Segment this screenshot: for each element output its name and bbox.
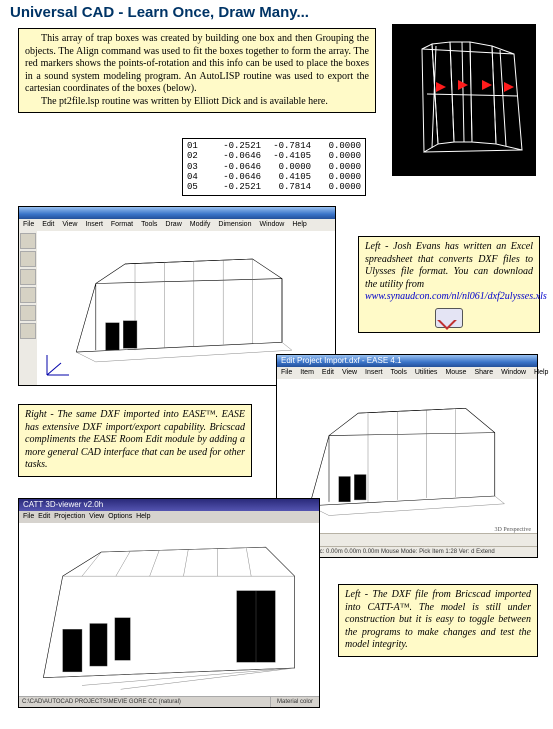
catt-canvas: [19, 523, 319, 697]
right-ease-caption-text: Right - The same DXF imported into EASE™…: [25, 409, 245, 470]
ease-titlebar: Edit Project Import.dxf - EASE 4.1: [277, 355, 537, 367]
coord-table: 01-0.2521-0.78140.0000 02-0.0646-0.41050…: [182, 138, 366, 196]
catt-titlebar: CATT 3D-viewer v2.0h: [19, 499, 319, 511]
catt-status-left: C:\CAD\AUTOCAD PROJECTS\MEVIE GORE CC (n…: [22, 699, 181, 705]
tool-button[interactable]: [20, 233, 36, 249]
left-ulysses-caption: Left - Josh Evans has written an Excel s…: [358, 236, 540, 333]
trapbox-render: [392, 24, 536, 176]
bricscad-toolbar: [19, 231, 38, 385]
catt-screenshot: CATT 3D-viewer v2.0h File Edit Projectio…: [18, 498, 320, 708]
right-ease-caption: Right - The same DXF imported into EASE™…: [18, 404, 252, 477]
ulysses-caption-text: Left - Josh Evans has written an Excel s…: [365, 241, 533, 290]
catt-statusbar: C:\CAD\AUTOCAD PROJECTS\MEVIE GORE CC (n…: [19, 696, 319, 707]
bricscad-titlebar: [19, 207, 335, 219]
tool-button[interactable]: [20, 287, 36, 303]
download-icon[interactable]: [435, 308, 463, 328]
tool-button[interactable]: [20, 323, 36, 339]
catt-status-right: Material color: [270, 697, 319, 707]
left-catt-caption: Left - The DXF file from Bricscad import…: [338, 584, 538, 657]
tool-button[interactable]: [20, 269, 36, 285]
intro-box: This array of trap boxes was created by …: [18, 28, 376, 113]
left-catt-caption-text: Left - The DXF file from Bricscad import…: [345, 589, 531, 650]
intro-para-1: This array of trap boxes was created by …: [25, 33, 369, 96]
tool-button[interactable]: [20, 305, 36, 321]
tool-button[interactable]: [20, 251, 36, 267]
intro-para-2: The pt2file.lsp routine was written by E…: [25, 96, 369, 109]
ulysses-download-link[interactable]: www.synaudcon.com/nl/nl061/dxf2ulysses.x…: [365, 291, 547, 302]
page-title: Universal CAD - Learn Once, Draw Many...: [10, 4, 309, 21]
